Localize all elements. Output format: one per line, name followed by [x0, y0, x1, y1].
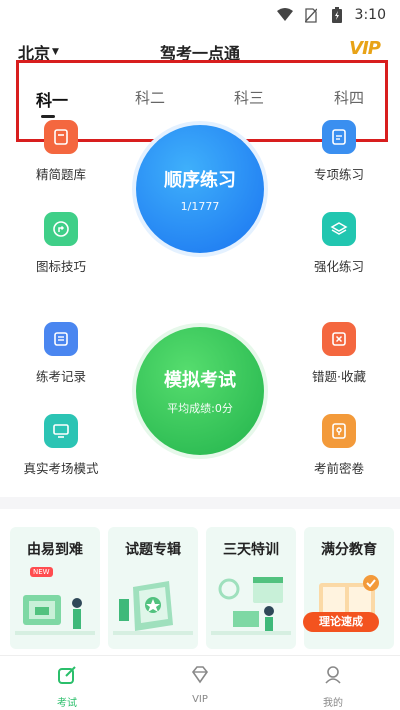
special-topic-icon [322, 120, 356, 154]
layers-icon [322, 212, 356, 246]
question-bank-icon [44, 120, 78, 154]
tab-subject-3[interactable]: 科三 [234, 87, 264, 108]
banner-title: 试题专辑 [125, 542, 181, 558]
tab-subject-4[interactable]: 科四 [334, 87, 364, 108]
secret-paper-icon [322, 414, 356, 448]
mock-exam-average-score: 平均成绩:0分 [167, 402, 233, 415]
feature-practice-record[interactable]: 练考记录 [16, 322, 106, 385]
study-illustration [15, 595, 95, 635]
banner-question-album[interactable]: 试题专辑 [108, 527, 198, 649]
feature-label: 练考记录 [35, 369, 86, 384]
bottom-nav: 考试 VIP 我的 [0, 655, 400, 710]
feature-concise-questions[interactable]: 精简题库 [16, 120, 106, 183]
banner-title: 三天特训 [223, 542, 279, 558]
nav-profile[interactable]: 我的 [303, 664, 363, 709]
tab-subject-1[interactable]: 科一 [36, 87, 68, 111]
nav-label: VIP [192, 694, 208, 705]
banner-title: 由易到难 [27, 542, 83, 558]
nav-label: 我的 [323, 698, 343, 709]
book-illustration [319, 575, 379, 623]
battery-charging-icon [329, 7, 345, 23]
feature-pre-exam-paper[interactable]: 考前密卷 [294, 414, 384, 477]
status-time: 3:10 [354, 7, 386, 23]
feature-sign-tips[interactable]: 图标技巧 [16, 212, 106, 275]
tab-subject-2[interactable]: 科二 [135, 87, 165, 108]
mock-exam-title: 模拟考试 [164, 370, 236, 391]
banner-three-day-training[interactable]: 三天特训 [206, 527, 296, 649]
feature-label: 真实考场模式 [23, 461, 99, 476]
banner-easy-to-hard[interactable]: 由易到难 [10, 527, 100, 649]
nav-exam[interactable]: 考试 [37, 664, 97, 709]
banner-title: 满分教育 [321, 542, 377, 558]
diamond-icon [192, 666, 208, 684]
feature-real-exam-mode[interactable]: 真实考场模式 [16, 414, 106, 477]
status-bar: 3:10 [0, 0, 400, 30]
section-divider [0, 497, 400, 509]
album-illustration [113, 581, 193, 635]
sequential-practice-title: 顺序练习 [164, 169, 236, 191]
feature-intensive-practice[interactable]: 强化练习 [294, 212, 384, 275]
wrong-answer-icon [322, 322, 356, 356]
nav-label: 考试 [57, 698, 77, 709]
active-tab-indicator [41, 115, 55, 118]
feature-label: 专项练习 [313, 167, 364, 182]
profile-icon [325, 666, 341, 684]
training-illustration [211, 577, 291, 635]
feature-label: 精简题库 [35, 167, 86, 182]
feature-label: 强化练习 [313, 259, 364, 274]
theory-speed-tag: 理论速成 [303, 612, 379, 632]
feature-wrong-collection[interactable]: 错题·收藏 [294, 322, 384, 385]
exam-edit-icon [58, 666, 76, 684]
feature-label: 考前密卷 [313, 461, 364, 476]
no-sim-icon [303, 7, 319, 23]
feature-label: 错题·收藏 [312, 369, 366, 384]
mock-exam-button[interactable]: 模拟考试 平均成绩:0分 [136, 327, 264, 455]
feature-special-practice[interactable]: 专项练习 [294, 120, 384, 183]
sequential-practice-progress: 1/1777 [180, 199, 220, 213]
nav-vip[interactable]: VIP [170, 664, 230, 705]
vip-logo[interactable]: VIP [349, 38, 381, 59]
monitor-icon [44, 414, 78, 448]
new-badge: NEW [30, 567, 53, 577]
road-sign-icon [44, 212, 78, 246]
sequential-practice-button[interactable]: 顺序练习 1/1777 [136, 125, 264, 253]
feature-label: 图标技巧 [35, 259, 86, 274]
wifi-icon [276, 7, 293, 23]
record-list-icon [44, 322, 78, 356]
